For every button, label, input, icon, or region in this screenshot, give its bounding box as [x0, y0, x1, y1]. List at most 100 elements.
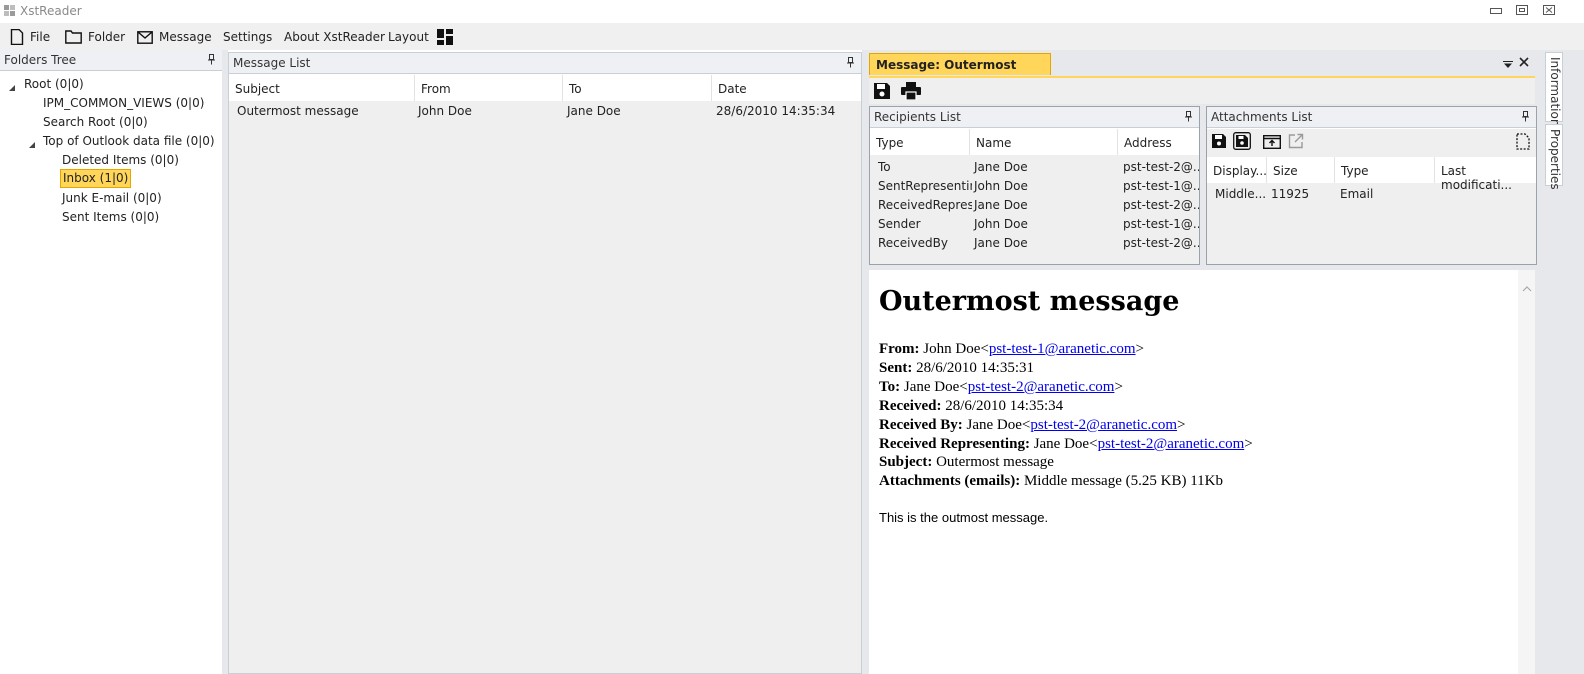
menu-message-label: Message [159, 30, 212, 44]
column-header-last-modification[interactable]: Last modificati... [1435, 157, 1536, 192]
save-attachment-icon[interactable] [1211, 133, 1227, 151]
attachments-grid: Display... Size Type Last modificati... … [1207, 129, 1536, 264]
column-header-type[interactable]: Type [870, 129, 970, 155]
tree-node-root[interactable]: Root (0|0) [22, 75, 86, 93]
message-document-area: Message: Outermost message Recipients Li… [866, 50, 1541, 674]
menu-layout[interactable]: Layout [388, 28, 459, 46]
cell-modified [1434, 184, 1534, 204]
cell-type: To [878, 160, 891, 174]
column-header-name[interactable]: Name [970, 129, 1118, 155]
minimize-icon[interactable] [1489, 4, 1503, 16]
tab-dropdown-icon[interactable] [1503, 58, 1513, 68]
preview-scrollbar[interactable] [1518, 270, 1535, 674]
tab-message[interactable]: Message: Outermost message [869, 53, 1051, 86]
cell-from: John Doe [418, 104, 472, 118]
from-email-link[interactable]: pst-test-1@aranetic.com [989, 341, 1136, 357]
close-icon[interactable] [1519, 56, 1529, 67]
menu-folder-label: Folder [88, 30, 126, 44]
menu-file[interactable]: File [10, 28, 50, 46]
tree-node-junk-email[interactable]: Junk E-mail (0|0) [60, 189, 164, 207]
column-header-date[interactable]: Date [712, 75, 861, 101]
tree-node-inbox[interactable]: Inbox (1|0) [60, 169, 132, 188]
menu-settings[interactable]: Settings [223, 28, 272, 46]
tab-information[interactable]: Information [1545, 52, 1563, 126]
menu-message[interactable]: Message [137, 28, 212, 46]
table-row[interactable]: Middle... 11925 Email [1207, 184, 1536, 204]
window-title: XstReader [20, 4, 82, 18]
table-row[interactable]: Outermost message John Doe Jane Doe 28/6… [229, 101, 861, 121]
side-tabs: Information Properties [1541, 50, 1584, 674]
menu-folder[interactable]: Folder [65, 28, 125, 46]
save-all-icon[interactable] [1233, 132, 1251, 150]
received-representing-name: Jane Doe [1033, 436, 1090, 452]
tree-node-sent-items[interactable]: Sent Items (0|0) [60, 208, 161, 226]
external-link-icon[interactable] [1288, 133, 1304, 151]
column-header-address[interactable]: Address [1118, 129, 1199, 155]
open-attachment-icon[interactable] [1262, 133, 1282, 151]
attachments-value: Middle message (5.25 KB) 11Kb [1023, 473, 1223, 489]
from-label: From: [879, 341, 920, 357]
recipients-grid: Type Name Address To Jane Doe pst-test-2… [870, 129, 1199, 264]
received-representing-label: Received Representing: [879, 436, 1030, 452]
tree-node-top-of-outlook[interactable]: Top of Outlook data file (0|0) [41, 132, 217, 150]
message-list-title: Message List [233, 56, 311, 70]
folders-tree-header: Folders Tree [0, 50, 222, 71]
cell-name: John Doe [974, 179, 1028, 193]
table-row[interactable]: To Jane Doe pst-test-2@... [870, 157, 1199, 176]
table-row[interactable]: ReceivedRepres... Jane Doe pst-test-2@..… [870, 195, 1199, 214]
menu-settings-label: Settings [223, 30, 273, 44]
preview-received-representing-line: Received Representing: Jane Doe<pst-test… [879, 436, 1253, 452]
table-row[interactable]: Sender John Doe pst-test-1@... [870, 214, 1199, 233]
recipients-list-title: Recipients List [874, 110, 961, 124]
file-icon [10, 29, 24, 45]
cell-address: pst-test-1@... [1123, 179, 1199, 193]
document-dashed-icon[interactable] [1516, 133, 1532, 151]
cell-name: Jane Doe [974, 236, 1028, 250]
tab-properties-label: Properties [1548, 129, 1562, 190]
cell-name: John Doe [974, 217, 1028, 231]
tab-properties[interactable]: Properties [1545, 124, 1563, 190]
folders-tree-pane: Folders Tree Root (0|0) IPM_COMMON_VIEWS… [0, 50, 222, 674]
preview-subject-line: Subject: Outermost message [879, 454, 1054, 473]
menu-about[interactable]: About XstReader [284, 28, 385, 46]
received-representing-email-link[interactable]: pst-test-2@aranetic.com [1098, 436, 1245, 452]
table-row[interactable]: SentRepresenting John Doe pst-test-1@... [870, 176, 1199, 195]
sent-value: 28/6/2010 14:35:31 [916, 360, 1035, 376]
save-icon[interactable] [873, 82, 893, 100]
expanded-caret-icon[interactable] [8, 81, 16, 91]
tree-node-ipm-common-views[interactable]: IPM_COMMON_VIEWS (0|0) [41, 94, 206, 112]
column-header-display[interactable]: Display... [1207, 157, 1267, 183]
recipients-grid-header: Type Name Address [870, 129, 1199, 155]
scroll-up-icon[interactable] [1522, 286, 1532, 292]
received-label: Received: [879, 398, 942, 414]
layout-icon [436, 29, 453, 45]
maximize-icon[interactable] [1515, 4, 1529, 16]
table-row[interactable]: ReceivedBy Jane Doe pst-test-2@... [870, 233, 1199, 252]
cell-type: SentRepresenting [878, 179, 972, 193]
pin-icon[interactable] [1521, 111, 1530, 122]
subject-value: Outermost message [936, 454, 1054, 470]
pin-icon[interactable] [207, 54, 216, 65]
tree-node-deleted-items[interactable]: Deleted Items (0|0) [60, 151, 181, 169]
expanded-caret-icon[interactable] [28, 138, 36, 148]
column-header-size[interactable]: Size [1267, 157, 1335, 183]
tree-node-search-root[interactable]: Search Root (0|0) [41, 113, 150, 131]
recipients-list-pane: Recipients List Type Name Address To Jan… [869, 106, 1200, 265]
preview-received-line: Received: 28/6/2010 14:35:34 [879, 398, 1063, 417]
print-icon[interactable] [901, 82, 921, 101]
cell-address: pst-test-2@... [1123, 236, 1199, 250]
pin-icon[interactable] [846, 57, 855, 68]
sent-label: Sent: [879, 360, 913, 376]
close-window-icon[interactable] [1542, 4, 1556, 16]
column-header-to[interactable]: To [563, 75, 712, 101]
recipients-list-header: Recipients List [870, 107, 1199, 128]
received-by-email-link[interactable]: pst-test-2@aranetic.com [1030, 417, 1177, 433]
to-email-link[interactable]: pst-test-2@aranetic.com [968, 379, 1115, 395]
app-icon [4, 5, 15, 16]
column-header-subject[interactable]: Subject [229, 75, 415, 101]
column-header-type[interactable]: Type [1335, 157, 1435, 183]
folders-tree: Root (0|0) IPM_COMMON_VIEWS (0|0) Search… [0, 72, 222, 674]
column-header-from[interactable]: From [415, 75, 563, 101]
pin-icon[interactable] [1184, 111, 1193, 122]
menu-bar: File Folder Message Settings About XstRe… [0, 23, 1584, 50]
